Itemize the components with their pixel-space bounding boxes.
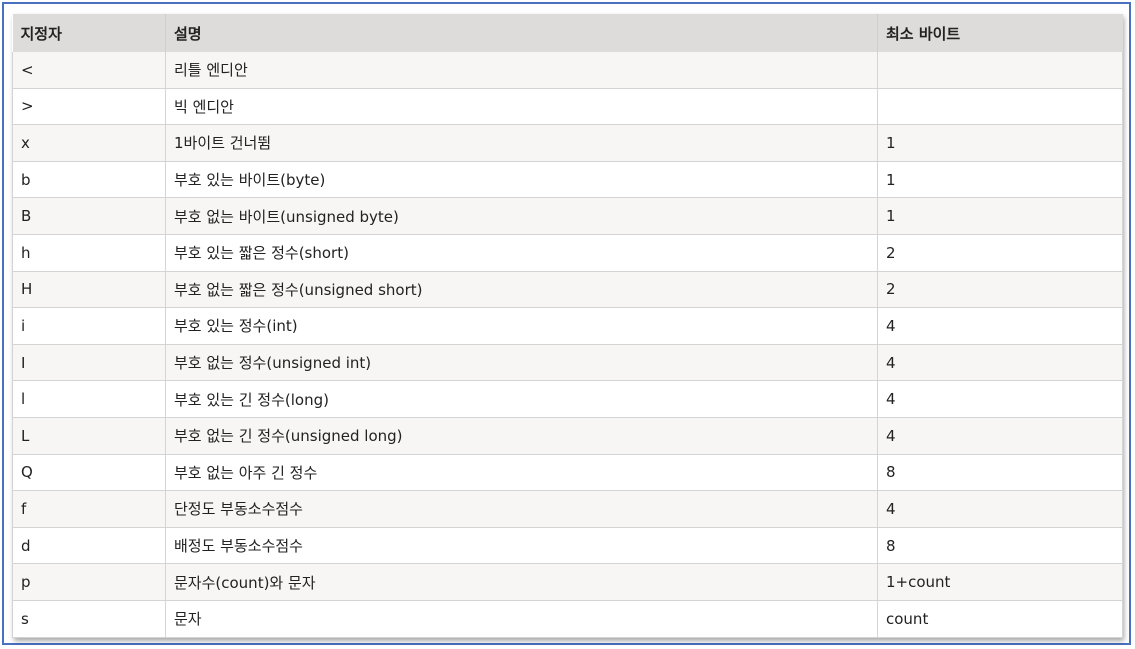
cell-specifier: h (12, 234, 166, 272)
cell-specifier: > (12, 88, 166, 126)
table-row: h 부호 있는 짧은 정수(short) 2 (12, 234, 1123, 272)
header-row: 지정자 설명 최소 바이트 (12, 14, 1123, 52)
cell-description: 부호 없는 짧은 정수(unsigned short) (165, 271, 878, 309)
cell-description: 1바이트 건너뜀 (165, 124, 878, 162)
format-specifier-table-card: 지정자 설명 최소 바이트 < 리틀 엔디안 > 빅 엔디안 x 1바이트 건너뜀 1 b 부호… (12, 14, 1123, 638)
cell-min-bytes: 1+count (877, 563, 1123, 601)
cell-description: 부호 없는 아주 긴 정수 (165, 454, 878, 492)
cell-min-bytes: 4 (877, 380, 1123, 418)
table-row: > 빅 엔디안 (12, 88, 1123, 126)
table-row: I 부호 없는 정수(unsigned int) 4 (12, 344, 1123, 382)
table-row: d 배정도 부동소수점수 8 (12, 527, 1123, 565)
cell-specifier: i (12, 307, 166, 345)
table-row: l 부호 있는 긴 정수(long) 4 (12, 380, 1123, 418)
cell-min-bytes: 2 (877, 271, 1123, 309)
cell-specifier: B (12, 197, 166, 235)
header-specifier: 지정자 (12, 14, 166, 52)
table-row: b 부호 있는 바이트(byte) 1 (12, 161, 1123, 199)
cell-min-bytes: 1 (877, 197, 1123, 235)
cell-min-bytes (877, 52, 1123, 89)
table-row: H 부호 없는 짧은 정수(unsigned short) 2 (12, 271, 1123, 309)
format-specifier-table: 지정자 설명 최소 바이트 < 리틀 엔디안 > 빅 엔디안 x 1바이트 건너뜀 1 b 부호… (12, 14, 1123, 638)
cell-specifier: p (12, 563, 166, 601)
cell-specifier: x (12, 124, 166, 162)
table-row: i 부호 있는 정수(int) 4 (12, 307, 1123, 345)
table-row: x 1바이트 건너뜀 1 (12, 124, 1123, 162)
cell-min-bytes: 2 (877, 234, 1123, 272)
cell-specifier: Q (12, 454, 166, 492)
cell-specifier: l (12, 380, 166, 418)
cell-description: 부호 있는 정수(int) (165, 307, 878, 345)
cell-description: 단정도 부동소수점수 (165, 490, 878, 528)
cell-description: 부호 있는 긴 정수(long) (165, 380, 878, 418)
cell-specifier: s (12, 600, 166, 638)
cell-description: 부호 없는 정수(unsigned int) (165, 344, 878, 382)
cell-min-bytes (877, 88, 1123, 126)
cell-description: 문자수(count)와 문자 (165, 563, 878, 601)
figure-frame: 지정자 설명 최소 바이트 < 리틀 엔디안 > 빅 엔디안 x 1바이트 건너뜀 1 b 부호… (2, 2, 1131, 645)
cell-specifier: d (12, 527, 166, 565)
cell-min-bytes: 4 (877, 307, 1123, 345)
cell-description: 부호 없는 바이트(unsigned byte) (165, 197, 878, 235)
table-body: < 리틀 엔디안 > 빅 엔디안 x 1바이트 건너뜀 1 b 부호 있는 바이트(byte) 1… (12, 52, 1123, 638)
cell-description: 부호 있는 짧은 정수(short) (165, 234, 878, 272)
cell-min-bytes: 4 (877, 490, 1123, 528)
cell-description: 부호 없는 긴 정수(unsigned long) (165, 417, 878, 455)
table-row: Q 부호 없는 아주 긴 정수 8 (12, 454, 1123, 492)
cell-min-bytes: 4 (877, 344, 1123, 382)
cell-description: 문자 (165, 600, 878, 638)
cell-specifier: < (12, 52, 166, 89)
header-min-bytes: 최소 바이트 (877, 14, 1123, 52)
cell-specifier: b (12, 161, 166, 199)
table-row: f 단정도 부동소수점수 4 (12, 490, 1123, 528)
cell-min-bytes: 4 (877, 417, 1123, 455)
cell-description: 리틀 엔디안 (165, 52, 878, 89)
cell-specifier: f (12, 490, 166, 528)
table-row: < 리틀 엔디안 (12, 52, 1123, 89)
cell-specifier: L (12, 417, 166, 455)
cell-min-bytes: 1 (877, 124, 1123, 162)
table-row: B 부호 없는 바이트(unsigned byte) 1 (12, 197, 1123, 235)
table-row: L 부호 없는 긴 정수(unsigned long) 4 (12, 417, 1123, 455)
cell-min-bytes: 8 (877, 454, 1123, 492)
table-header: 지정자 설명 최소 바이트 (12, 14, 1123, 52)
cell-description: 빅 엔디안 (165, 88, 878, 126)
table-row: s 문자 count (12, 600, 1123, 638)
cell-min-bytes: 1 (877, 161, 1123, 199)
cell-min-bytes: count (877, 600, 1123, 638)
table-row: p 문자수(count)와 문자 1+count (12, 563, 1123, 601)
cell-description: 배정도 부동소수점수 (165, 527, 878, 565)
cell-description: 부호 있는 바이트(byte) (165, 161, 878, 199)
header-description: 설명 (165, 14, 878, 52)
cell-specifier: I (12, 344, 166, 382)
cell-specifier: H (12, 271, 166, 309)
cell-min-bytes: 8 (877, 527, 1123, 565)
